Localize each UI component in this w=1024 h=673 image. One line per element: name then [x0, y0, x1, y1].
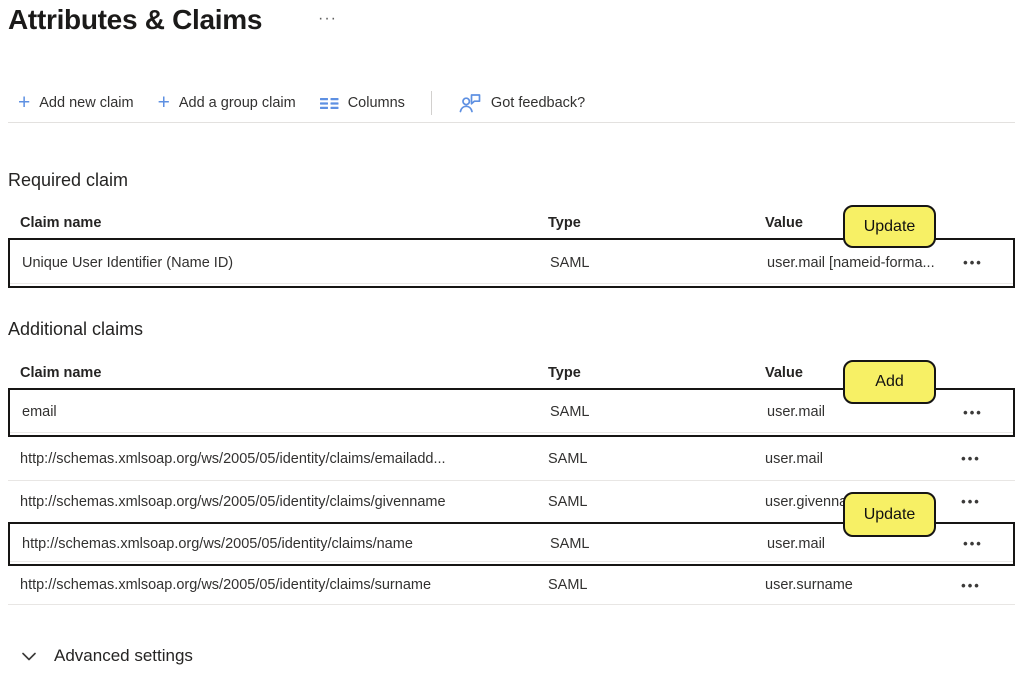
toolbar-separator	[430, 91, 432, 115]
table-row-surname[interactable]: http://schemas.xmlsoap.org/ws/2005/05/id…	[8, 566, 1015, 605]
value-cell: user.mail	[767, 535, 826, 552]
add-group-claim-label: Add a group claim	[178, 95, 296, 111]
value-cell: user.mail	[765, 450, 824, 467]
got-feedback-button[interactable]: Got feedback?	[458, 92, 585, 114]
value-cell: user.mail [nameid-forma...	[767, 254, 935, 271]
column-header-type[interactable]: Type	[548, 215, 765, 231]
row-more-menu-icon[interactable]: •••	[961, 452, 981, 465]
columns-button[interactable]: Columns	[319, 95, 405, 111]
feedback-icon	[459, 94, 481, 113]
claim-name-cell[interactable]: Unique User Identifier (Name ID)	[22, 255, 550, 271]
plus-icon: +	[18, 91, 31, 114]
additional-claims-section-title: Additional claims	[8, 319, 144, 339]
value-cell: user.surname	[765, 577, 853, 593]
type-cell: SAML	[550, 404, 590, 420]
column-header-claim-name[interactable]: Claim name	[20, 365, 548, 381]
chevron-down-icon	[22, 652, 36, 660]
column-header-claim-name[interactable]: Claim name	[20, 215, 548, 231]
attributes-claims-page: Attributes & Claims ··· + Add new claim …	[0, 0, 1024, 673]
add-group-claim-button[interactable]: + Add a group claim	[157, 91, 296, 114]
add-new-claim-label: Add new claim	[39, 95, 134, 111]
type-cell: SAML	[548, 493, 588, 510]
type-cell: SAML	[548, 450, 588, 467]
row-more-menu-icon[interactable]: •••	[961, 579, 981, 592]
type-cell: SAML	[548, 577, 588, 593]
callout-update-name: Update	[843, 492, 936, 537]
required-claim-section-title: Required claim	[8, 170, 129, 190]
command-bar: + Add new claim + Add a group claim Colu…	[18, 88, 585, 118]
row-more-menu-icon[interactable]: •••	[963, 537, 983, 550]
page-more-options-icon[interactable]: ···	[318, 10, 337, 28]
add-new-claim-button[interactable]: + Add new claim	[18, 91, 134, 114]
toolbar-divider	[8, 122, 1015, 123]
claim-name-cell[interactable]: http://schemas.xmlsoap.org/ws/2005/05/id…	[22, 536, 550, 552]
type-cell: SAML	[550, 254, 590, 271]
column-header-type[interactable]: Type	[548, 365, 765, 381]
plus-icon: +	[157, 91, 170, 114]
row-more-menu-icon[interactable]: •••	[961, 495, 981, 508]
claim-name-cell[interactable]: email	[22, 404, 550, 420]
value-cell: user.mail	[767, 404, 826, 420]
page-title: Attributes & Claims	[8, 4, 263, 35]
columns-icon	[319, 97, 339, 109]
advanced-settings-toggle[interactable]: Advanced settings	[22, 643, 193, 669]
claim-name-cell[interactable]: http://schemas.xmlsoap.org/ws/2005/05/id…	[20, 577, 548, 593]
row-more-menu-icon[interactable]: •••	[963, 406, 983, 419]
type-cell: SAML	[550, 535, 590, 552]
callout-update-nameid: Update	[843, 205, 936, 248]
callout-add-email: Add	[843, 360, 936, 404]
advanced-settings-label: Advanced settings	[54, 646, 193, 665]
columns-label: Columns	[347, 95, 405, 111]
table-row-emailaddress[interactable]: http://schemas.xmlsoap.org/ws/2005/05/id…	[8, 437, 1015, 481]
got-feedback-label: Got feedback?	[490, 95, 586, 111]
claim-name-cell[interactable]: http://schemas.xmlsoap.org/ws/2005/05/id…	[20, 494, 548, 510]
row-more-menu-icon[interactable]: •••	[963, 256, 983, 269]
table-row-nameid[interactable]: Unique User Identifier (Name ID) SAML us…	[10, 242, 1013, 284]
claim-name-cell[interactable]: http://schemas.xmlsoap.org/ws/2005/05/id…	[20, 451, 548, 467]
